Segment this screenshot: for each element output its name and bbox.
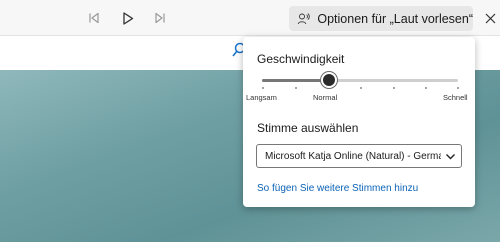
voice-options-button[interactable]: Optionen für „Laut vorlesen“ <box>289 6 473 31</box>
voice-title: Stimme auswählen <box>257 121 359 135</box>
read-aloud-options-panel: Geschwindigkeit Langsam Normal Schnell S… <box>243 37 475 207</box>
speed-tick <box>360 87 362 89</box>
chevron-down-icon <box>446 154 455 160</box>
close-read-aloud-button[interactable] <box>481 0 499 36</box>
speed-tick <box>457 87 459 89</box>
play-icon <box>123 11 134 25</box>
voice-options-icon <box>297 12 310 24</box>
next-icon <box>155 12 165 24</box>
speed-slider-thumb-center <box>322 74 335 86</box>
read-aloud-toolbar: Optionen für „Laut vorlesen“ <box>0 0 500 36</box>
speed-label-normal: Normal <box>313 93 338 102</box>
speed-tick <box>393 87 395 89</box>
voice-select[interactable]: Microsoft Katja Online (Natural) - Germa… <box>256 144 462 168</box>
previous-icon <box>89 12 99 24</box>
previous-paragraph-button[interactable] <box>82 0 106 36</box>
speed-slider-fill <box>262 79 329 82</box>
speed-label-slow: Langsam <box>246 93 277 102</box>
speed-title: Geschwindigkeit <box>257 52 345 66</box>
next-paragraph-button[interactable] <box>148 0 172 36</box>
speed-tick <box>425 87 427 89</box>
voice-options-label: Optionen für „Laut vorlesen“ <box>317 11 473 26</box>
speed-tick <box>295 87 297 89</box>
speed-slider[interactable] <box>262 79 458 82</box>
voice-select-value: Microsoft Katja Online (Natural) - Germa… <box>265 150 441 162</box>
close-icon <box>485 13 495 23</box>
speed-label-fast: Schnell <box>443 93 468 102</box>
speed-slider-thumb[interactable] <box>319 71 338 89</box>
play-button[interactable] <box>116 0 140 36</box>
add-voices-link[interactable]: So fügen Sie weitere Stimmen hinzu <box>257 183 418 194</box>
speed-tick <box>262 87 264 89</box>
